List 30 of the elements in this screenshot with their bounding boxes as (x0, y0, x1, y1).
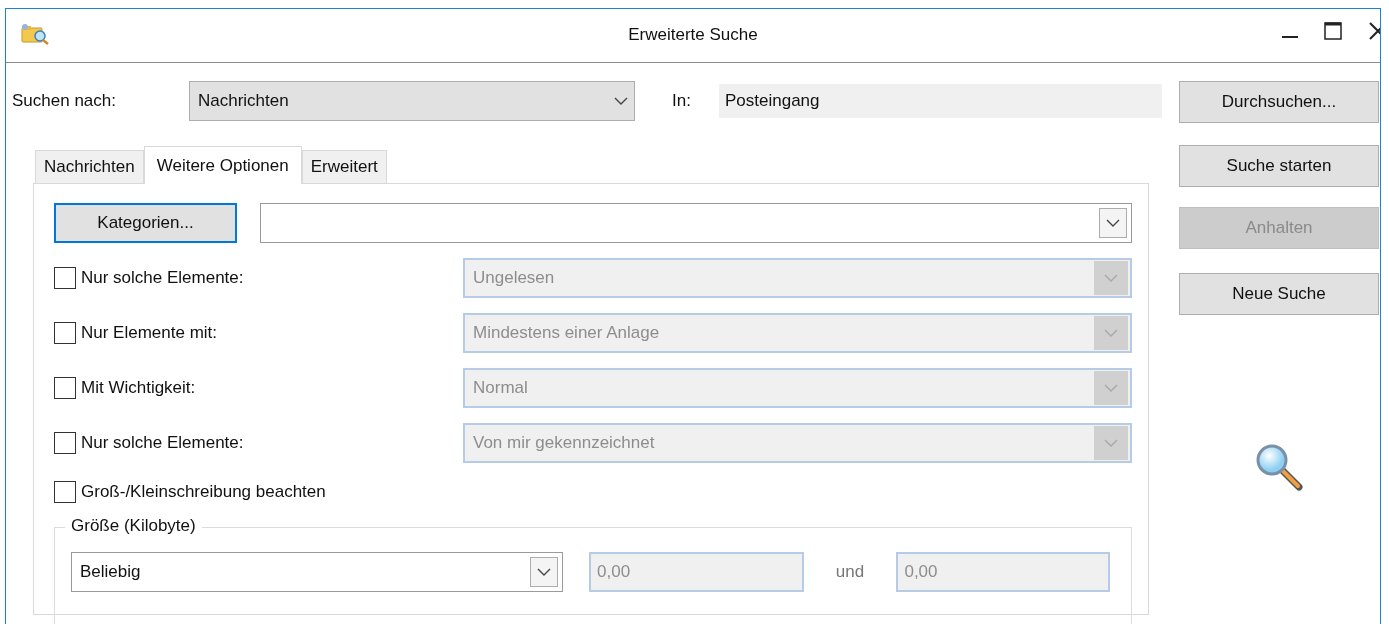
chevron-down-icon (1094, 316, 1128, 350)
folder-field[interactable]: Posteingang (719, 84, 1162, 118)
action-button[interactable]: Neue Suche (1179, 273, 1379, 315)
checkbox-label: Nur solche Elemente: (81, 268, 244, 288)
chevron-down-icon (530, 557, 559, 587)
action-button[interactable]: Suche starten (1179, 145, 1379, 187)
tab[interactable]: Erweitert (301, 150, 387, 183)
checkbox-label: Mit Wichtigkeit: (81, 378, 196, 398)
maximize-icon[interactable] (1324, 22, 1342, 40)
search-type-dropdown[interactable]: Nachrichten (189, 81, 635, 121)
checkbox-label: Nur Elemente mit: (81, 323, 218, 343)
window-title: Erweiterte Suche (628, 25, 758, 44)
chevron-down-icon (614, 96, 628, 106)
tab[interactable]: Nachrichten (35, 150, 144, 183)
chevron-down-icon (1094, 371, 1128, 405)
magnifier-icon (1255, 443, 1303, 491)
categories-button[interactable]: Kategorien... (54, 203, 237, 243)
group-title: Größe (Kilobyte) (65, 516, 202, 536)
chevron-down-icon (1094, 426, 1128, 460)
checkbox-label: Nur solche Elemente: (81, 433, 244, 453)
tab[interactable]: Weitere Optionen (143, 146, 302, 184)
chevron-down-icon (1099, 208, 1127, 238)
checkbox[interactable] (54, 481, 76, 503)
checkbox-label: Groß-/Kleinschreibung beachten (81, 482, 326, 502)
field-label: Suchen nach: (12, 91, 117, 111)
categories-dropdown[interactable] (260, 203, 1132, 243)
field-label: In: (672, 91, 689, 111)
chevron-down-icon (1094, 261, 1128, 295)
action-button[interactable]: Durchsuchen... (1179, 81, 1379, 123)
field-label: und (834, 562, 866, 582)
